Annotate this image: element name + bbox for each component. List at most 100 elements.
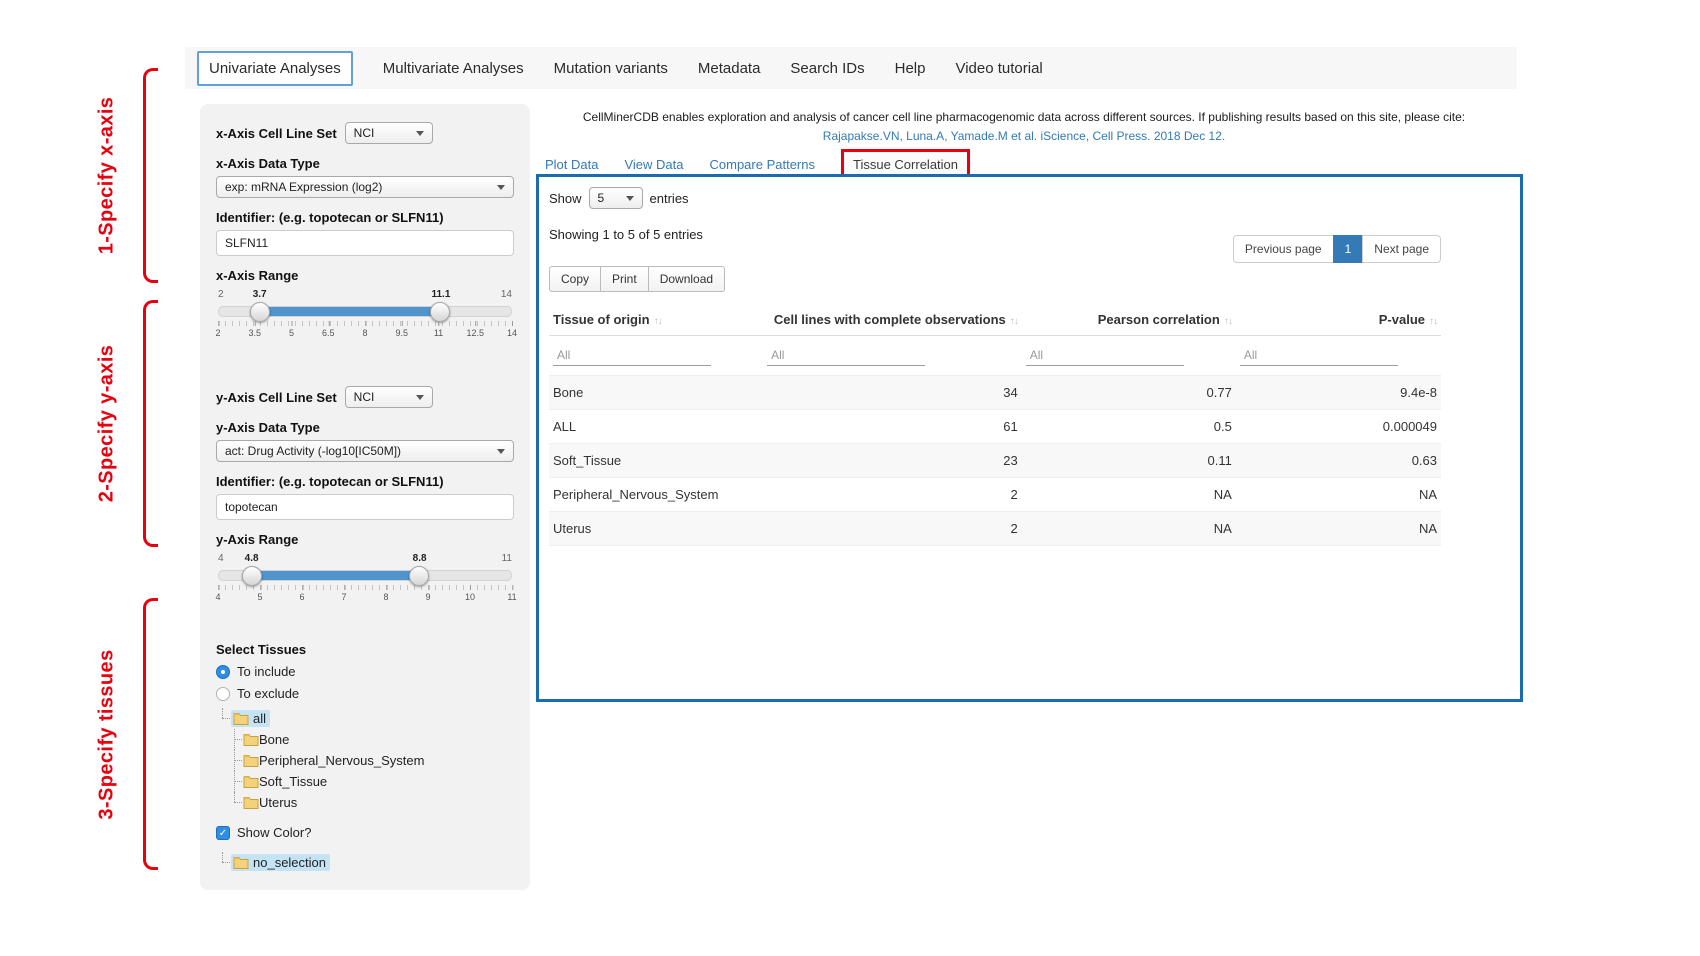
x-identifier-input[interactable] bbox=[216, 230, 514, 256]
y-data-type-select[interactable]: act: Drug Activity (-log10[IC50M]) bbox=[216, 440, 514, 462]
citation-link[interactable]: Rajapakse.VN, Luna.A, Yamade.M et al. iS… bbox=[545, 127, 1503, 146]
show-color-label: Show Color? bbox=[237, 825, 311, 840]
x-identifier-label: Identifier: (e.g. topotecan or SLFN11) bbox=[216, 210, 514, 225]
tree-connector bbox=[228, 729, 243, 750]
radio-icon[interactable] bbox=[216, 665, 230, 679]
checkbox-checked-icon[interactable]: ✓ bbox=[216, 826, 230, 840]
annotation-step-2: 2-Specify y-axis bbox=[88, 300, 126, 547]
nav-tab-video-tutorial[interactable]: Video tutorial bbox=[955, 60, 1042, 77]
nav-tab-search-ids[interactable]: Search IDs bbox=[790, 60, 864, 77]
previous-page-button[interactable]: Previous page bbox=[1233, 235, 1334, 263]
nav-tab-help[interactable]: Help bbox=[895, 60, 926, 77]
folder-icon bbox=[243, 796, 259, 809]
slider-min-label: 2 bbox=[218, 289, 224, 300]
copy-button[interactable]: Copy bbox=[549, 266, 601, 292]
folder-icon bbox=[233, 712, 249, 725]
y-cell-line-set-select[interactable]: NCI bbox=[345, 386, 433, 408]
tissue-correlation-table: Tissue of origin↑↓ Cell lines with compl… bbox=[549, 304, 1441, 546]
sort-icon[interactable]: ↑↓ bbox=[1429, 316, 1437, 327]
tree-node-label: Soft_Tissue bbox=[259, 774, 327, 789]
slider-from-label: 4.8 bbox=[245, 553, 259, 564]
filter-input-pearson[interactable] bbox=[1026, 345, 1184, 366]
pagination: Previous page 1 Next page bbox=[1233, 235, 1441, 263]
tree-node-uterus[interactable]: Uterus bbox=[228, 792, 514, 813]
y-identifier-label: Identifier: (e.g. topotecan or SLFN11) bbox=[216, 474, 514, 489]
nav-tab-multivariate-analyses[interactable]: Multivariate Analyses bbox=[383, 60, 524, 77]
table-row[interactable]: Soft_Tissue 23 0.11 0.63 bbox=[549, 444, 1441, 478]
y-range-label: y-Axis Range bbox=[216, 532, 514, 547]
y-axis-range-slider[interactable]: 44.88.8114567891011 bbox=[218, 553, 512, 604]
column-header-pvalue[interactable]: P-value↑↓ bbox=[1236, 304, 1441, 336]
tree-node-no-selection[interactable]: no_selection bbox=[216, 852, 514, 873]
slider-to-label: 11.1 bbox=[431, 289, 450, 300]
page-size-select[interactable]: 5 bbox=[589, 187, 643, 209]
table-row[interactable]: Bone 34 0.77 9.4e-8 bbox=[549, 376, 1441, 410]
nav-tab-mutation-variants[interactable]: Mutation variants bbox=[554, 60, 668, 77]
tree-node-label: all bbox=[253, 711, 266, 726]
slider-max-label: 11 bbox=[502, 553, 512, 564]
page-1-button[interactable]: 1 bbox=[1333, 235, 1364, 263]
tab-plot-data[interactable]: Plot Data bbox=[545, 157, 598, 172]
table-row[interactable]: ALL 61 0.5 0.000049 bbox=[549, 410, 1441, 444]
column-header-tissue[interactable]: Tissue of origin↑↓ bbox=[549, 304, 763, 336]
table-header-row: Tissue of origin↑↓ Cell lines with compl… bbox=[549, 304, 1441, 336]
chevron-down-icon bbox=[497, 449, 505, 454]
tree-node-peripheral-nervous-system[interactable]: Peripheral_Nervous_System bbox=[228, 750, 514, 771]
show-color-checkbox-row[interactable]: ✓ Show Color? bbox=[216, 825, 514, 840]
folder-icon bbox=[243, 754, 259, 767]
annotation-bracket-1 bbox=[143, 68, 158, 283]
table-filter-row bbox=[549, 336, 1441, 376]
sort-icon[interactable]: ↑↓ bbox=[1224, 316, 1232, 327]
x-cell-line-set-label: x-Axis Cell Line Set bbox=[216, 126, 337, 141]
slider-max-label: 14 bbox=[501, 289, 512, 300]
filter-input-pvalue[interactable] bbox=[1240, 345, 1398, 366]
next-page-button[interactable]: Next page bbox=[1362, 235, 1441, 263]
radio-to-exclude[interactable]: To exclude bbox=[216, 686, 514, 701]
x-data-type-label: x-Axis Data Type bbox=[216, 156, 514, 171]
column-header-pearson[interactable]: Pearson correlation↑↓ bbox=[1022, 304, 1236, 336]
sort-icon[interactable]: ↑↓ bbox=[1010, 316, 1018, 327]
x-axis-range-slider[interactable]: 2 3.7 11.1 14 23.556.589.51112.514 bbox=[218, 289, 512, 340]
filter-input-tissue[interactable] bbox=[553, 345, 711, 366]
download-button[interactable]: Download bbox=[648, 266, 725, 292]
sort-icon[interactable]: ↑↓ bbox=[654, 316, 662, 327]
tissue-tree: all Bone bbox=[216, 708, 514, 813]
slider-track[interactable] bbox=[218, 570, 512, 581]
folder-icon bbox=[243, 733, 259, 746]
tree-node-bone[interactable]: Bone bbox=[228, 729, 514, 750]
x-data-type-select[interactable]: exp: mRNA Expression (log2) bbox=[216, 176, 514, 198]
tree-node-label: Bone bbox=[259, 732, 289, 747]
slider-bar bbox=[252, 571, 419, 580]
slider-ticks: 4567891011 bbox=[218, 590, 512, 604]
filter-input-cell-lines[interactable] bbox=[767, 345, 925, 366]
slider-handle-from[interactable] bbox=[250, 302, 270, 322]
slider-from-label: 3.7 bbox=[253, 289, 267, 300]
table-row[interactable]: Peripheral_Nervous_System 2 NA NA bbox=[549, 478, 1441, 512]
tab-view-data[interactable]: View Data bbox=[624, 157, 683, 172]
tree-node-all[interactable]: all bbox=[216, 708, 514, 729]
column-header-cell-lines[interactable]: Cell lines with complete observations↑↓ bbox=[763, 304, 1022, 336]
entries-label: entries bbox=[650, 191, 689, 206]
tree-node-label: Uterus bbox=[259, 795, 297, 810]
slider-ticks: 23.556.589.51112.514 bbox=[218, 326, 512, 340]
x-cell-line-set-select[interactable]: NCI bbox=[345, 122, 433, 144]
tree-node-soft-tissue[interactable]: Soft_Tissue bbox=[228, 771, 514, 792]
nav-tab-metadata[interactable]: Metadata bbox=[698, 60, 761, 77]
tab-compare-patterns[interactable]: Compare Patterns bbox=[710, 157, 816, 172]
print-button[interactable]: Print bbox=[600, 266, 649, 292]
tree-connector bbox=[216, 708, 231, 729]
radio-icon[interactable] bbox=[216, 687, 230, 701]
tissue-correlation-panel: Show 5 entries Showing 1 to 5 of 5 entri… bbox=[536, 174, 1523, 702]
slider-handle-to[interactable] bbox=[430, 302, 450, 322]
slider-track[interactable] bbox=[218, 306, 512, 317]
slider-handle-to[interactable] bbox=[409, 566, 429, 586]
table-row[interactable]: Uterus 2 NA NA bbox=[549, 512, 1441, 546]
annotation-step-1: 1-Specify x-axis bbox=[88, 68, 126, 283]
slider-handle-from[interactable] bbox=[242, 566, 262, 586]
y-data-type-label: y-Axis Data Type bbox=[216, 420, 514, 435]
y-identifier-input[interactable] bbox=[216, 494, 514, 520]
nav-tab-univariate-analyses[interactable]: Univariate Analyses bbox=[197, 51, 353, 86]
radio-to-include[interactable]: To include bbox=[216, 664, 514, 679]
citation: CellMinerCDB enables exploration and ana… bbox=[545, 108, 1503, 145]
sidebar-controls: x-Axis Cell Line Set NCI x-Axis Data Typ… bbox=[200, 104, 530, 890]
